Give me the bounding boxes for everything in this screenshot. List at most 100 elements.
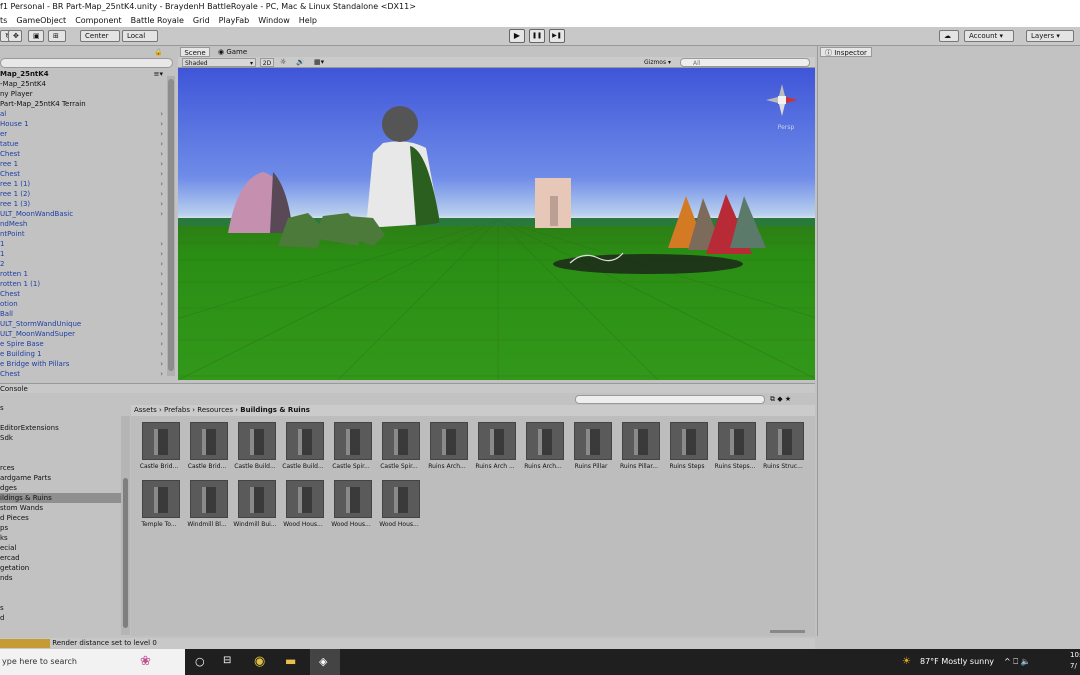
menu-item[interactable]: Help bbox=[299, 14, 317, 27]
asset-item[interactable]: Wood Hous... bbox=[327, 480, 375, 534]
tab-game[interactable]: ◉ Game bbox=[212, 47, 252, 57]
chevron-right-icon[interactable]: › bbox=[160, 159, 163, 169]
taskbar-search-input[interactable]: ype here to search ❀ bbox=[0, 649, 185, 675]
task-view-icon[interactable]: ⊟ bbox=[223, 655, 231, 666]
2d-toggle[interactable]: 2D bbox=[260, 58, 274, 67]
lighting-icon[interactable]: ☼ bbox=[280, 58, 292, 67]
menu-item[interactable]: Component bbox=[75, 14, 121, 27]
chevron-right-icon[interactable]: › bbox=[160, 109, 163, 119]
effects-icon[interactable]: ▦▾ bbox=[314, 58, 332, 67]
menu-item[interactable]: ts bbox=[0, 14, 7, 27]
asset-item[interactable]: Castle Brid... bbox=[135, 422, 183, 476]
project-folder-item[interactable]: ks bbox=[0, 533, 122, 543]
project-folder-item[interactable]: ercad bbox=[0, 553, 122, 563]
chevron-right-icon[interactable]: › bbox=[160, 309, 163, 319]
step-button[interactable]: ▶❚ bbox=[549, 29, 565, 43]
hierarchy-item[interactable]: ULT_MoonWandBasic › bbox=[0, 209, 165, 219]
project-scroll-thumb[interactable] bbox=[123, 478, 128, 628]
file-explorer-icon[interactable]: ▬ bbox=[285, 654, 296, 668]
project-folder-item[interactable] bbox=[0, 413, 122, 423]
pivot-local-button[interactable]: Local bbox=[122, 30, 158, 42]
project-folder-item[interactable] bbox=[0, 443, 122, 453]
chevron-right-icon[interactable]: › bbox=[160, 279, 163, 289]
breadcrumb-item[interactable]: Resources bbox=[197, 406, 233, 414]
chevron-right-icon[interactable]: › bbox=[160, 189, 163, 199]
layers-dropdown[interactable]: Layers ▾ bbox=[1026, 30, 1074, 42]
asset-item[interactable]: Ruins Arch ... bbox=[471, 422, 519, 476]
chevron-right-icon[interactable]: › bbox=[160, 139, 163, 149]
chevron-right-icon[interactable]: › bbox=[160, 249, 163, 259]
chevron-right-icon[interactable]: › bbox=[160, 359, 163, 369]
breadcrumb-item[interactable]: Assets bbox=[134, 406, 157, 414]
menu-item[interactable]: Battle Royale bbox=[131, 14, 184, 27]
hierarchy-item[interactable]: rotten 1 (1) › bbox=[0, 279, 165, 289]
menu-item[interactable]: GameObject bbox=[16, 14, 66, 27]
breadcrumb-item[interactable]: Buildings & Ruins bbox=[240, 406, 310, 414]
gizmos-dropdown[interactable]: Gizmos ▾ bbox=[644, 58, 678, 67]
project-folder-item[interactable]: d Pieces bbox=[0, 513, 122, 523]
project-folder-item[interactable]: s bbox=[0, 603, 122, 613]
asset-item[interactable]: Ruins Steps... bbox=[711, 422, 759, 476]
menu-item[interactable]: Grid bbox=[193, 14, 210, 27]
hierarchy-item[interactable]: Chest › bbox=[0, 289, 165, 299]
hierarchy-item[interactable]: ree 1 (2) › bbox=[0, 189, 165, 199]
scene-gizmo[interactable] bbox=[766, 84, 798, 116]
shading-mode-dropdown[interactable]: Shaded ▾ bbox=[182, 58, 256, 67]
project-folder-item[interactable]: d bbox=[0, 613, 122, 623]
asset-item[interactable]: Temple To... bbox=[135, 480, 183, 534]
hierarchy-item[interactable]: ny Player bbox=[0, 89, 165, 99]
project-folder-item[interactable]: EditorExtensions bbox=[0, 423, 122, 433]
chevron-right-icon[interactable]: › bbox=[160, 349, 163, 359]
audio-icon[interactable]: 🔊 bbox=[296, 58, 308, 67]
chevron-right-icon[interactable]: › bbox=[160, 339, 163, 349]
hierarchy-item[interactable]: 2 › bbox=[0, 259, 165, 269]
menu-item[interactable]: Window bbox=[258, 14, 290, 27]
project-folder-item[interactable]: s bbox=[0, 403, 122, 413]
tab-scene[interactable]: Scene bbox=[180, 47, 210, 57]
play-button[interactable]: ▶ bbox=[509, 29, 525, 43]
project-tree-scrollbar[interactable] bbox=[121, 416, 130, 635]
hierarchy-item[interactable]: er › bbox=[0, 129, 165, 139]
chevron-right-icon[interactable]: › bbox=[160, 319, 163, 329]
breadcrumb-item[interactable]: Prefabs bbox=[164, 406, 190, 414]
move-tool-icon[interactable]: ✥ bbox=[8, 30, 22, 42]
asset-item[interactable]: Castle Spir... bbox=[327, 422, 375, 476]
asset-item[interactable]: Ruins Pillar bbox=[567, 422, 615, 476]
chevron-right-icon[interactable]: › bbox=[160, 199, 163, 209]
project-folder-item[interactable]: nds bbox=[0, 573, 122, 583]
chevron-right-icon[interactable]: › bbox=[160, 289, 163, 299]
project-folder-item[interactable]: Sdk bbox=[0, 433, 122, 443]
lock-icon[interactable]: 🔒 bbox=[0, 48, 177, 58]
asset-item[interactable]: Ruins Struc... bbox=[759, 422, 807, 476]
hierarchy-item[interactable]: House 1 › bbox=[0, 119, 165, 129]
asset-item[interactable]: Castle Brid... bbox=[183, 422, 231, 476]
project-folder-item[interactable] bbox=[0, 453, 122, 463]
asset-item[interactable]: Ruins Pillar... bbox=[615, 422, 663, 476]
asset-item[interactable]: Ruins Arch... bbox=[519, 422, 567, 476]
asset-item[interactable]: Ruins Arch... bbox=[423, 422, 471, 476]
project-folder-item[interactable]: dges bbox=[0, 483, 122, 493]
menu-item[interactable]: PlayFab bbox=[219, 14, 250, 27]
project-folder-item[interactable]: ecial bbox=[0, 543, 122, 553]
hierarchy-item[interactable]: tatue › bbox=[0, 139, 165, 149]
project-folder-item[interactable]: getation bbox=[0, 563, 122, 573]
hierarchy-item[interactable]: 1 › bbox=[0, 239, 165, 249]
project-filter-icons[interactable]: ⧉ ◆ ★ bbox=[770, 395, 810, 404]
asset-item[interactable]: Windmill Bl... bbox=[183, 480, 231, 534]
project-folder-item[interactable]: ardgame Parts bbox=[0, 473, 122, 483]
cloud-icon[interactable]: ☁ bbox=[939, 30, 959, 42]
chevron-right-icon[interactable]: › bbox=[160, 209, 163, 219]
hierarchy-item[interactable]: 1 › bbox=[0, 249, 165, 259]
hierarchy-item[interactable]: Ball › bbox=[0, 309, 165, 319]
hierarchy-item[interactable]: ree 1 (1) › bbox=[0, 179, 165, 189]
project-folder-item[interactable]: ildings & Ruins bbox=[0, 493, 122, 503]
asset-item[interactable]: Wood Hous... bbox=[279, 480, 327, 534]
chrome-icon[interactable]: ◉ bbox=[254, 654, 265, 669]
cortana-icon[interactable]: ○ bbox=[195, 655, 205, 668]
hierarchy-item[interactable]: e Bridge with Pillars › bbox=[0, 359, 165, 369]
chevron-right-icon[interactable]: › bbox=[160, 329, 163, 339]
chevron-right-icon[interactable]: › bbox=[160, 179, 163, 189]
hierarchy-scrollbar[interactable] bbox=[167, 76, 175, 376]
hierarchy-item[interactable]: ULT_StormWandUnique › bbox=[0, 319, 165, 329]
scene-viewport[interactable]: Persp bbox=[178, 68, 815, 380]
